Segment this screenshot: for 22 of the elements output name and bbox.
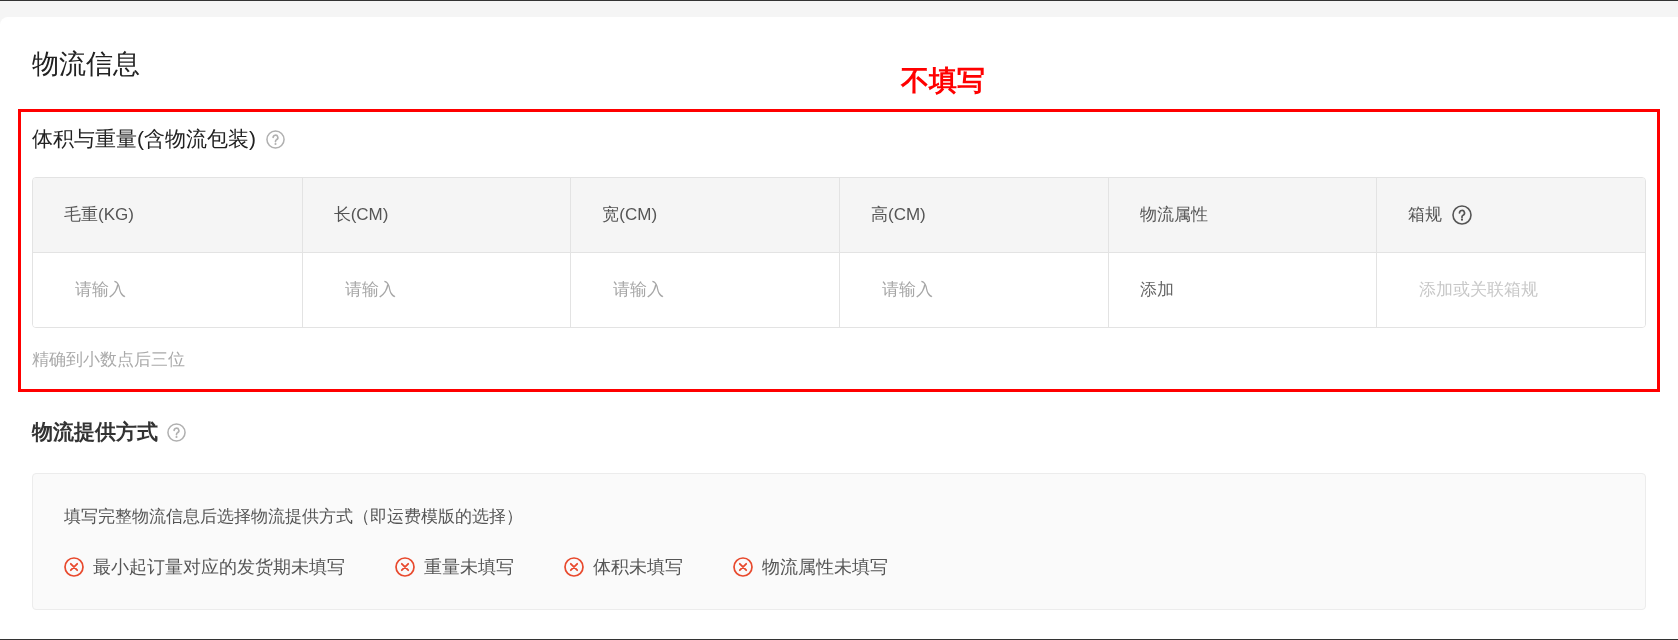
column-header: 高(CM) xyxy=(871,204,926,226)
column-header: 宽(CM) xyxy=(602,204,658,226)
add-link[interactable]: 添加 xyxy=(1139,278,1174,302)
column-header: 物流属性 xyxy=(1139,204,1208,226)
group-title: 物流提供方式 xyxy=(32,419,158,445)
column-header: 长(CM) xyxy=(333,204,389,226)
error-message: 体积未填写 xyxy=(593,556,683,579)
error-icon xyxy=(733,557,753,577)
column-header: 毛重(KG) xyxy=(64,204,134,226)
error-message: 重量未填写 xyxy=(424,556,514,579)
error-message: 物流属性未填写 xyxy=(762,556,888,579)
section-title: 物流信息 xyxy=(32,48,140,81)
error-icon xyxy=(564,557,584,577)
error-icon xyxy=(395,557,415,577)
description-text: 填写完整物流信息后选择物流提供方式（即运费模版的选择） xyxy=(64,506,523,528)
help-icon[interactable] xyxy=(1452,205,1473,225)
annotation-text: 不填写 xyxy=(901,64,985,98)
hint-text: 精确到小数点后三位 xyxy=(32,349,185,371)
column-header: 箱规 xyxy=(1408,204,1443,226)
group-title: 体积与重量(含物流包装) xyxy=(32,126,256,152)
error-message: 最小起订量对应的发货期未填写 xyxy=(93,556,345,579)
error-icon xyxy=(64,557,84,577)
